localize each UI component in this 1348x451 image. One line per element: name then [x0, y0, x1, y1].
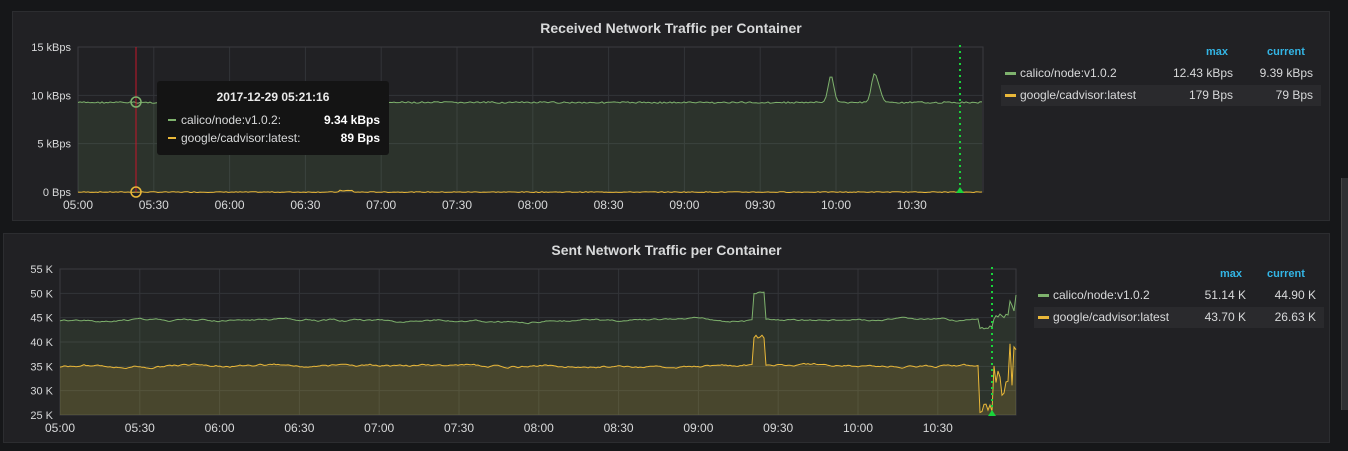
x-tick-label: 09:00: [669, 198, 699, 212]
legend-max-header[interactable]: max: [1220, 268, 1242, 280]
legend-series-name[interactable]: calico/node:v1.0.2: [1020, 63, 1117, 84]
series-color-swatch: [168, 137, 176, 139]
x-tick-label: 08:00: [524, 421, 554, 435]
legend-current-value: 44.90 K: [1274, 288, 1316, 302]
legend-max-value: 12.43 kBps: [1172, 66, 1233, 80]
legend-max-value: 179 Bps: [1188, 88, 1233, 102]
tooltip-series-value: 9.34 kBps: [323, 113, 380, 127]
x-tick-label: 09:30: [763, 421, 793, 435]
legend-max-header[interactable]: max: [1206, 46, 1228, 58]
x-tick-label: 10:00: [843, 421, 873, 435]
y-tick-label: 5 kBps: [37, 139, 71, 151]
sent-traffic-graph[interactable]: 25 K30 K35 K40 K45 K50 K55 K05:00 05:30 06…: [4, 234, 1331, 444]
x-tick-label: 08:00: [518, 198, 548, 212]
x-tick-label: 06:30: [290, 198, 320, 212]
tooltip-series-name: google/cadvisor:latest:: [181, 131, 301, 145]
legend-item-cadvisor[interactable]: google/cadvisor:latest 179 Bps 79 Bps: [1001, 85, 1321, 106]
series-color-swatch[interactable]: [1038, 316, 1049, 319]
tooltip-series-value: 89 Bps: [340, 131, 380, 145]
x-tick-label: 07:00: [366, 198, 396, 212]
legend-current-header[interactable]: current: [1267, 268, 1305, 280]
legend-series-name[interactable]: google/cadvisor:latest: [1053, 307, 1169, 328]
y-tick-label: 15 kBps: [31, 42, 71, 54]
x-tick-label: 10:30: [923, 421, 953, 435]
legend-item-calico[interactable]: calico/node:v1.0.2 12.43 kBps 9.39 kBps: [1001, 63, 1321, 84]
x-tick-label: 08:30: [604, 421, 634, 435]
x-tick-label: 10:30: [897, 198, 927, 212]
y-tick-label: 30 K: [30, 386, 53, 398]
x-tick-label: 05:00: [63, 198, 93, 212]
legend-series-name[interactable]: calico/node:v1.0.2: [1053, 285, 1150, 306]
y-tick-label: 55 K: [30, 264, 53, 276]
legend-max-value: 51.14 K: [1204, 288, 1246, 302]
legend-current-value: 9.39 kBps: [1259, 66, 1313, 80]
x-tick-label: 09:30: [745, 198, 775, 212]
x-tick-label: 07:30: [444, 421, 474, 435]
series-color-swatch[interactable]: [1005, 94, 1016, 97]
x-tick-label: 06:00: [215, 198, 245, 212]
series-color-swatch[interactable]: [1005, 72, 1016, 75]
sent-traffic-panel: Sent Network Traffic per Container 25 K3…: [3, 233, 1330, 443]
x-tick-label: 05:00: [45, 421, 75, 435]
series-color-swatch: [168, 119, 176, 121]
legend-max-value: 43.70 K: [1204, 310, 1246, 324]
page-scrollbar[interactable]: [1341, 178, 1348, 410]
y-tick-label: 40 K: [30, 337, 53, 349]
tooltip-row: calico/node:v1.0.2: 9.34 kBps: [168, 112, 380, 128]
y-tick-label: 10 kBps: [31, 90, 71, 102]
y-tick-label: 45 K: [30, 313, 53, 325]
y-tick-label: 50 K: [30, 288, 53, 300]
x-tick-label: 05:30: [139, 198, 169, 212]
x-tick-label: 07:30: [442, 198, 472, 212]
legend: max current calico/node:v1.0.2 12.43 kBp…: [1001, 46, 1321, 110]
legend-current-value: 26.63 K: [1274, 310, 1316, 324]
legend-item-calico[interactable]: calico/node:v1.0.2 51.14 K 44.90 K: [1034, 285, 1324, 306]
tooltip-row: google/cadvisor:latest: 89 Bps: [168, 130, 380, 146]
x-tick-label: 07:00: [364, 421, 394, 435]
x-tick-label: 06:30: [284, 421, 314, 435]
tooltip-time: 2017-12-29 05:21:16: [216, 90, 330, 104]
series-color-swatch[interactable]: [1038, 294, 1049, 297]
x-tick-label: 08:30: [594, 198, 624, 212]
legend-current-value: 79 Bps: [1275, 88, 1313, 102]
legend: max current calico/node:v1.0.2 51.14 K 4…: [1034, 268, 1324, 332]
x-tick-label: 09:00: [683, 421, 713, 435]
graph-tooltip: 2017-12-29 05:21:16 calico/node:v1.0.2: …: [157, 81, 389, 155]
y-tick-label: 35 K: [30, 361, 53, 373]
legend-item-cadvisor[interactable]: google/cadvisor:latest 43.70 K 26.63 K: [1034, 307, 1324, 328]
x-tick-label: 05:30: [125, 421, 155, 435]
x-tick-label: 06:00: [205, 421, 235, 435]
legend-current-header[interactable]: current: [1267, 46, 1305, 58]
legend-series-name[interactable]: google/cadvisor:latest: [1020, 85, 1136, 106]
tooltip-series-name: calico/node:v1.0.2:: [181, 113, 282, 127]
x-tick-label: 10:00: [821, 198, 851, 212]
